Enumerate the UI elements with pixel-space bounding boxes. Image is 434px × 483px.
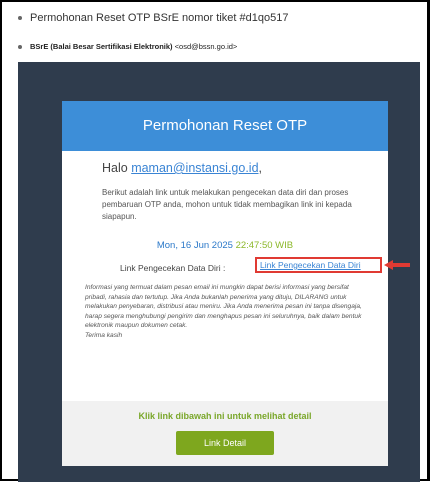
closing-text: Terima kasih xyxy=(85,331,123,339)
link-detail-button[interactable]: Link Detail xyxy=(176,431,274,455)
email-body-background: Permohonan Reset OTP Halo maman@instansi… xyxy=(18,62,420,482)
screenshot-frame: Permohonan Reset OTP BSrE nomor tiket #d… xyxy=(0,0,430,482)
timestamp-time: 22:47:50 WIB xyxy=(235,240,294,251)
greeting-suffix: , xyxy=(258,161,263,175)
greeting-email-link[interactable]: maman@instansi.go.id xyxy=(131,161,258,175)
link-label: Link Pengecekan Data Diri : xyxy=(120,263,226,273)
disclaimer: Informasi yang termuat dalam pesan email… xyxy=(85,283,367,340)
timestamp: Mon, 16 Jun 2025 22:47:50 WIB xyxy=(62,240,388,251)
greeting: Halo maman@instansi.go.id, xyxy=(102,161,262,175)
card-footer: Klik link dibawah ini untuk melihat deta… xyxy=(62,401,388,466)
email-subject: Permohonan Reset OTP BSrE nomor tiket #d… xyxy=(18,12,288,24)
email-sender: BSrE (Balai Besar Sertifikasi Elektronik… xyxy=(18,42,237,51)
arrow-left-icon xyxy=(384,260,410,270)
bullet-icon xyxy=(18,45,22,50)
email-card: Permohonan Reset OTP Halo maman@instansi… xyxy=(62,101,410,466)
bullet-icon xyxy=(18,16,22,21)
timestamp-date: Mon, 16 Jun 2025 xyxy=(156,240,233,251)
body-paragraph: Berikut adalah link untuk melakukan peng… xyxy=(102,188,352,221)
link-highlight-box: Link Pengecekan Data Diri xyxy=(255,257,382,273)
card-title: Permohonan Reset OTP xyxy=(62,101,388,151)
email-subject-text: Permohonan Reset OTP BSrE nomor tiket #d… xyxy=(30,12,289,24)
data-check-link[interactable]: Link Pengecekan Data Diri xyxy=(257,259,380,271)
greeting-prefix: Halo xyxy=(102,161,132,175)
footer-text: Klik link dibawah ini untuk melihat deta… xyxy=(138,411,312,421)
disclaimer-text: Informasi yang termuat dalam pesan email… xyxy=(85,284,362,329)
sender-email: <osd@bssn.go.id> xyxy=(174,42,238,51)
sender-name: BSrE (Balai Besar Sertifikasi Elektronik… xyxy=(30,42,173,51)
